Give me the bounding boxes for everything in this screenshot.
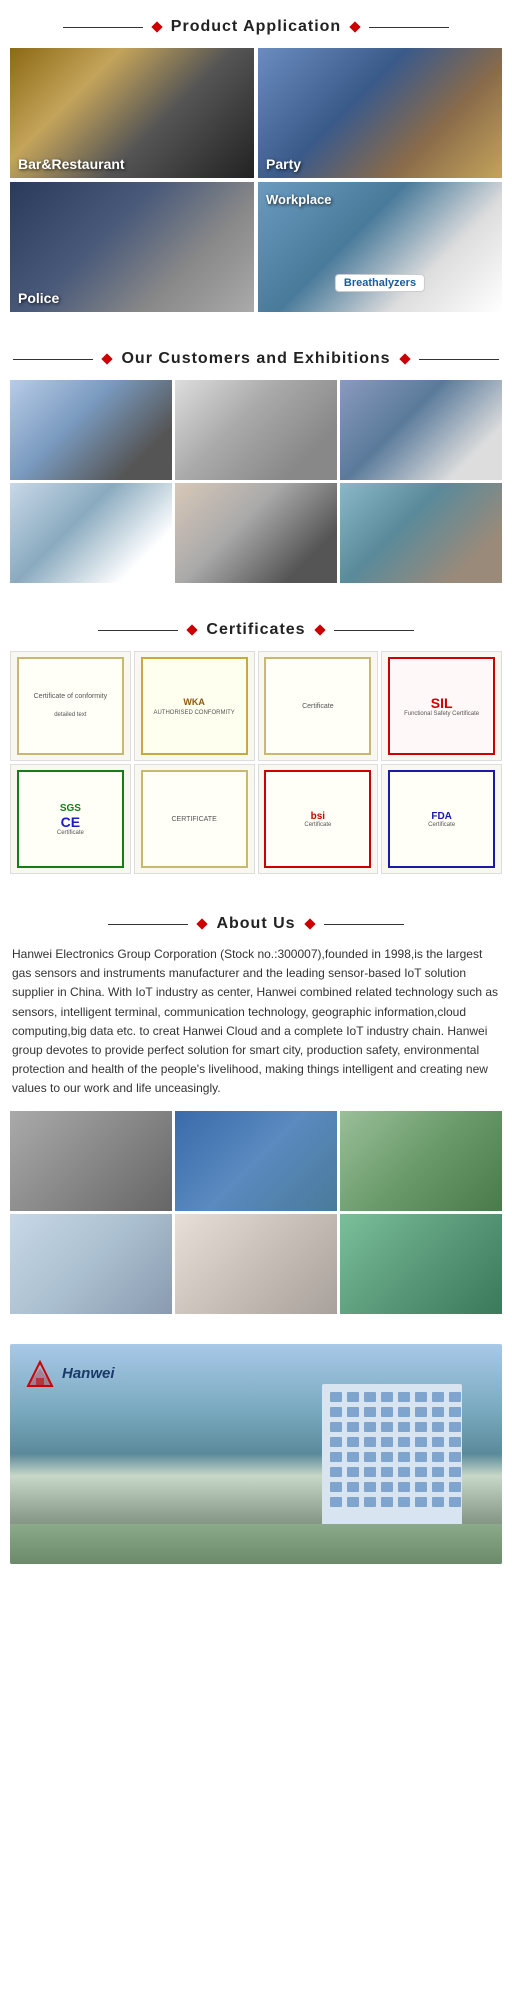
cert-text-2: AUTHORISED CONFORMITY <box>153 710 234 716</box>
ground-greenery <box>10 1524 502 1564</box>
workplace-badge: Breathalyzers <box>335 274 425 292</box>
product-cell-workplace: Workplace Breathalyzers <box>258 182 502 312</box>
cert-sil-text: Functional Safety Certificate <box>404 711 479 717</box>
certs-diamond-right <box>314 624 325 635</box>
cert-inner-2: WKA AUTHORISED CONFORMITY <box>141 657 248 754</box>
cert-sgs-text: Certificate <box>57 830 84 836</box>
hanwei-logo: Hanwei <box>24 1358 115 1390</box>
product-label-party: Party <box>266 156 301 172</box>
product-app-grid-container: Bar&Restaurant Party Police Workplace Br… <box>0 48 512 332</box>
product-application-section: Product Application Bar&Restaurant Party… <box>0 0 512 332</box>
customers-diamond-right <box>399 353 410 364</box>
cert-cell-8: FDA Certificate <box>381 764 502 874</box>
product-cell-party: Party <box>258 48 502 178</box>
about-line-left <box>108 924 188 925</box>
customers-grid <box>10 380 502 583</box>
factory-photo-6 <box>340 1214 502 1314</box>
cert-inner-6: CERTIFICATE <box>141 770 248 867</box>
certs-line-right <box>334 630 414 631</box>
customers-diamond-left <box>102 353 113 364</box>
certificates-header: Certificates <box>0 603 512 651</box>
customer-cell-2 <box>175 380 337 480</box>
customer-cell-3 <box>340 380 502 480</box>
customer-cell-1 <box>10 380 172 480</box>
certificates-title: Certificates <box>206 621 305 639</box>
cert-inner-4: SIL Functional Safety Certificate <box>388 657 495 754</box>
about-description: Hanwei Electronics Group Corporation (St… <box>10 945 502 1099</box>
factory-photo-4 <box>10 1214 172 1314</box>
product-label-police: Police <box>18 290 59 306</box>
product-label-workplace: Workplace <box>266 192 332 207</box>
cert-cell-3: Certificate <box>258 651 379 761</box>
about-diamond-right <box>304 918 315 929</box>
cert-grid-container: Certificate of conformitydetailed text W… <box>0 651 512 897</box>
header-line-right <box>369 27 449 28</box>
customer-cell-5 <box>175 483 337 583</box>
factory-photo-5 <box>175 1214 337 1314</box>
cert-cell-1: Certificate of conformitydetailed text <box>10 651 131 761</box>
about-content: Hanwei Electronics Group Corporation (St… <box>0 945 512 1334</box>
about-photos-row2 <box>10 1214 502 1314</box>
about-header: About Us <box>0 897 512 945</box>
cert-bsi-text: Certificate <box>304 822 331 828</box>
hanwei-logo-icon <box>24 1358 56 1390</box>
cert-inner-8: FDA Certificate <box>388 770 495 867</box>
product-application-header: Product Application <box>0 0 512 48</box>
cert-grid-row1: Certificate of conformitydetailed text W… <box>10 651 502 761</box>
cert-cell-2: WKA AUTHORISED CONFORMITY <box>134 651 255 761</box>
cert-fda-text: Certificate <box>428 822 455 828</box>
customers-section: Our Customers and Exhibitions <box>0 332 512 603</box>
cert-inner-5: SGS CE Certificate <box>17 770 124 867</box>
cert-logo-wka: WKA <box>183 697 205 707</box>
customer-cell-6 <box>340 483 502 583</box>
header-diamond-right <box>350 21 361 32</box>
cert-inner-1: Certificate of conformitydetailed text <box>17 657 124 754</box>
customers-title: Our Customers and Exhibitions <box>121 350 390 368</box>
header-diamond-left <box>151 21 162 32</box>
cert-sgs-label: SGS <box>60 803 81 814</box>
factory-photo-2 <box>175 1111 337 1211</box>
customers-header: Our Customers and Exhibitions <box>0 332 512 380</box>
certs-line-left <box>98 630 178 631</box>
cert-cell-6: CERTIFICATE <box>134 764 255 874</box>
about-title: About Us <box>216 915 295 933</box>
customer-cell-4 <box>10 483 172 583</box>
certificates-section: Certificates Certificate of conformityde… <box>0 603 512 897</box>
about-diamond-left <box>197 918 208 929</box>
customers-line-left <box>13 359 93 360</box>
cert-text-1: Certificate of conformitydetailed text <box>34 692 108 720</box>
cert-inner-7: bsi Certificate <box>264 770 371 867</box>
cert-text-3: Certificate <box>302 703 334 710</box>
certs-diamond-left <box>187 624 198 635</box>
cert-grid-row2: SGS CE Certificate CERTIFICATE bsi Certi… <box>10 764 502 874</box>
product-cell-bar-restaurant: Bar&Restaurant <box>10 48 254 178</box>
about-photos-row1 <box>10 1111 502 1211</box>
cert-ce-label: CE <box>61 814 80 830</box>
about-line-right <box>324 924 404 925</box>
hanwei-building: Hanwei <box>10 1344 502 1564</box>
product-application-title: Product Application <box>171 18 341 36</box>
customers-line-right <box>419 359 499 360</box>
cert-cell-4: SIL Functional Safety Certificate <box>381 651 502 761</box>
cert-bsi-label: bsi <box>311 811 325 822</box>
cert-inner-3: Certificate <box>264 657 371 754</box>
product-grid: Bar&Restaurant Party Police Workplace Br… <box>10 48 502 312</box>
hanwei-company-name: Hanwei <box>62 1365 115 1382</box>
cert-fda-label: FDA <box>431 811 452 822</box>
about-section: About Us Hanwei Electronics Group Corpor… <box>0 897 512 1334</box>
cert-cell-7: bsi Certificate <box>258 764 379 874</box>
product-label-bar-restaurant: Bar&Restaurant <box>18 156 125 172</box>
product-cell-police: Police <box>10 182 254 312</box>
factory-photo-1 <box>10 1111 172 1211</box>
cert-text-6: CERTIFICATE <box>172 816 217 823</box>
cert-cell-5: SGS CE Certificate <box>10 764 131 874</box>
customers-grid-container <box>0 380 512 603</box>
factory-photo-3 <box>340 1111 502 1211</box>
header-line-left <box>63 27 143 28</box>
cert-sil-label: SIL <box>431 695 453 711</box>
